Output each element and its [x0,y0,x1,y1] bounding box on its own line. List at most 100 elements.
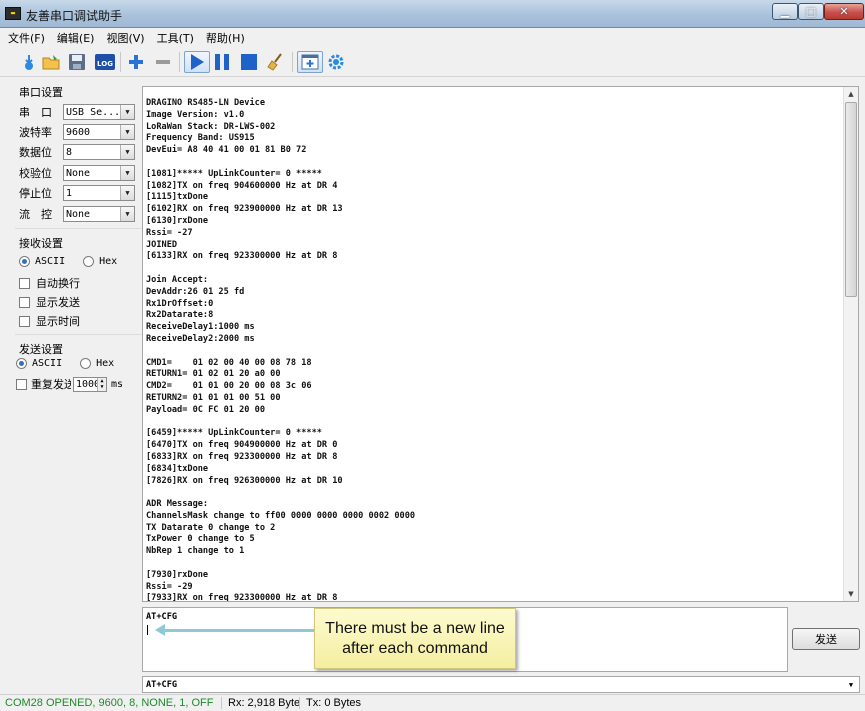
annotation-callout: There must be a new line after each comm… [314,608,516,669]
stopbits-row: 停止位 1 ▼ [19,185,135,201]
minimize-button[interactable]: ▁ [772,3,798,20]
databits-value: 8 [66,146,73,158]
chevron-down-icon: ▼ [120,105,134,119]
port-select[interactable]: USB Se... ▼ [63,104,135,120]
window-title: 友善串口调试助手 [26,9,123,23]
text-caret [147,625,148,635]
show-send-checkbox[interactable] [19,296,30,308]
port-status: COM28 OPENED, 9600, 8, NONE, 1, OFF [0,697,222,709]
scroll-up-icon[interactable]: ▲ [844,87,858,101]
repeat-interval-spinner[interactable]: 1000 ▲ ▼ [73,376,107,392]
remove-icon[interactable] [152,51,174,73]
receive-encoding-row: ASCII Hex [19,256,117,267]
send-encoding-row: ASCII Hex [16,358,114,369]
parity-select[interactable]: None ▼ [63,165,135,181]
send-hex-label: Hex [96,358,115,369]
open-folder-icon[interactable] [40,51,62,73]
menu-tools[interactable]: 工具(T) [157,30,194,46]
menu-edit[interactable]: 编辑(E) [57,30,95,46]
close-button[interactable]: ✕ [824,3,864,20]
settings-gear-icon[interactable] [325,51,347,73]
databits-row: 数据位 8 ▼ [19,144,135,160]
receive-ascii-label: ASCII [35,256,66,267]
show-time-label: 显示时间 [36,315,80,328]
clear-broom-icon[interactable] [265,51,287,73]
play-icon[interactable] [184,51,210,73]
port-row: 串 口 USB Se... ▼ [19,104,135,120]
parity-value: None [66,167,91,179]
menu-file[interactable]: 文件(F) [8,30,45,46]
repeat-send-label: 重复发送 [31,378,71,391]
maximize-icon: □ [805,5,817,18]
pause-icon[interactable] [211,51,233,73]
send-ascii-label: ASCII [32,358,63,369]
serial-settings-title: 串口设置 [19,86,63,99]
chevron-down-icon: ▼ [120,125,134,139]
send-hex-radio[interactable] [80,358,92,369]
show-time-row: 显示时间 [19,313,80,329]
repeat-unit: ms [111,378,124,390]
app-icon: ▬ [5,7,21,20]
port-value: USB Se... [66,106,121,118]
chevron-down-icon: ▼ [120,145,134,159]
stopbits-value: 1 [66,187,73,199]
receive-hex-label: Hex [99,256,118,267]
stop-icon[interactable] [238,51,260,73]
receive-scrollbar[interactable]: ▲ ▼ [843,87,858,601]
new-download-icon[interactable] [18,51,40,73]
save-icon[interactable] [66,51,88,73]
toolbar-separator [120,52,121,72]
show-send-label: 显示发送 [36,296,80,309]
maximize-button[interactable]: □ [798,3,824,20]
status-bar: COM28 OPENED, 9600, 8, NONE, 1, OFF Rx: … [0,694,865,711]
flow-label: 流 控 [19,208,52,221]
menu-view[interactable]: 视图(V) [106,30,144,46]
toolbar-separator [292,52,293,72]
auto-wrap-row: 自动换行 [19,275,80,291]
flow-row: 流 控 None ▼ [19,206,135,222]
send-ascii-radio[interactable] [16,358,27,369]
baud-select[interactable]: 9600 ▼ [63,124,135,140]
annotation-arrow-line [160,629,318,632]
show-send-row: 显示发送 [19,294,80,310]
scroll-down-icon[interactable]: ▼ [844,587,858,601]
flow-value: None [66,208,91,220]
receive-text: DRAGINO RS485-LN Device Image Version: v… [146,98,416,602]
receive-area[interactable]: DRAGINO RS485-LN Device Image Version: v… [142,86,859,602]
send-button[interactable]: 发送 [792,628,860,650]
divider [15,334,142,335]
add-window-icon[interactable] [297,51,323,73]
toolbar-separator [179,52,180,72]
rx-count: Rx: 2,918 Bytes [222,697,300,709]
receive-hex-radio[interactable] [83,256,95,267]
menu-bar: 文件(F) 编辑(E) 视图(V) 工具(T) 帮助(H) [0,29,865,47]
auto-wrap-checkbox[interactable] [19,277,30,289]
repeat-send-checkbox[interactable] [16,378,27,390]
receive-ascii-radio[interactable] [19,256,30,267]
command-history-select[interactable]: AT+CFG ▼ [142,676,860,693]
chevron-down-icon: ▼ [848,680,854,689]
baud-value: 9600 [66,126,91,138]
command-history-value: AT+CFG [146,679,178,690]
stopbits-select[interactable]: 1 ▼ [63,185,135,201]
minimize-icon: ▁ [780,5,790,18]
receive-settings-title: 接收设置 [19,237,63,250]
log-icon[interactable]: LOG [94,51,116,73]
tx-count: Tx: 0 Bytes [306,697,362,709]
divider [15,228,142,229]
show-time-checkbox[interactable] [19,315,30,327]
scroll-thumb[interactable] [845,102,857,297]
add-icon[interactable] [125,51,147,73]
port-label: 串 口 [19,106,52,119]
databits-label: 数据位 [19,146,52,159]
menu-help[interactable]: 帮助(H) [206,30,245,46]
toolbar: LOG [0,47,865,77]
send-settings-title: 发送设置 [19,343,63,356]
flow-select[interactable]: None ▼ [63,206,135,222]
log-label: LOG [97,60,113,68]
baud-label: 波特率 [19,126,52,139]
spinner-arrows-icon[interactable]: ▲ ▼ [97,377,106,391]
parity-label: 校验位 [19,167,52,180]
databits-select[interactable]: 8 ▼ [63,144,135,160]
auto-wrap-label: 自动换行 [36,277,80,290]
